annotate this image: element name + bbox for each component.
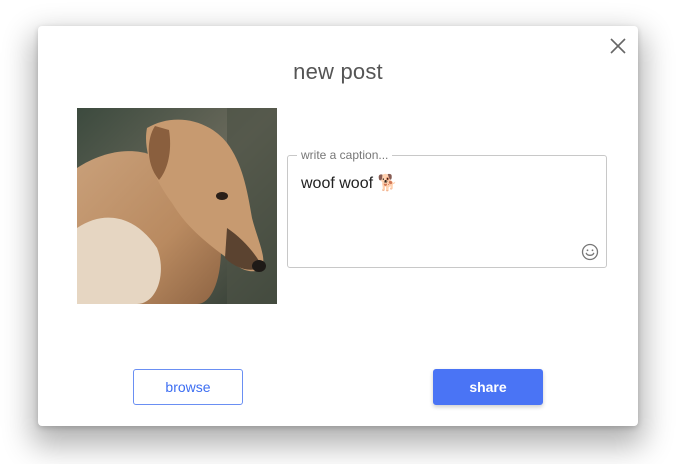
browse-button[interactable]: browse [133,369,243,405]
caption-value: woof woof 🐕 [301,175,398,192]
new-post-dialog: new post write a caption... woof woof 🐕 … [38,26,638,426]
smiley-icon[interactable] [581,243,599,261]
dialog-title: new post [293,59,383,84]
share-button[interactable]: share [433,369,543,405]
post-photo [77,108,277,304]
caption-field[interactable]: write a caption... woof woof 🐕 [287,148,607,268]
close-icon[interactable] [608,36,628,56]
caption-label: write a caption... [297,148,393,162]
